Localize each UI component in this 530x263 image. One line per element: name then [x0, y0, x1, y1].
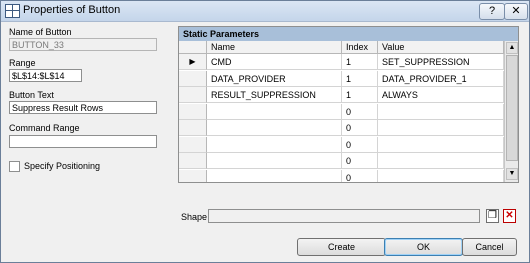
window-title: Properties of Button: [23, 4, 121, 16]
row-selector[interactable]: [179, 169, 207, 182]
name-of-button-field: BUTTON_33: [9, 38, 157, 51]
cell-name[interactable]: [207, 169, 342, 182]
cell-name[interactable]: [207, 153, 342, 169]
title-bar: Properties of Button ? ✕: [1, 1, 529, 22]
row-selector[interactable]: [179, 136, 207, 153]
cell-index[interactable]: 0: [342, 103, 378, 120]
command-range-label: Command Range: [9, 123, 80, 133]
row-selector-header: [179, 41, 207, 54]
column-header-index[interactable]: Index: [342, 41, 378, 54]
cell-index[interactable]: 1: [342, 54, 378, 70]
cell-name[interactable]: [207, 120, 342, 136]
shape-field: [208, 209, 480, 223]
row-selector[interactable]: [179, 103, 207, 120]
shape-label: Shape: [181, 212, 208, 222]
range-label: Range: [9, 58, 36, 68]
properties-dialog: Properties of Button ? ✕ Name of Button …: [0, 0, 530, 263]
cancel-button[interactable]: Cancel: [462, 238, 517, 256]
row-selector[interactable]: [179, 87, 207, 103]
specify-positioning-label: Specify Positioning: [24, 161, 101, 172]
cell-value[interactable]: [378, 153, 504, 169]
row-selector[interactable]: [179, 70, 207, 87]
help-button[interactable]: ?: [479, 3, 505, 20]
row-selector[interactable]: ▶: [179, 54, 207, 70]
cell-value[interactable]: [378, 120, 504, 136]
delete-shape-icon[interactable]: ✕: [503, 209, 516, 223]
specify-positioning-checkbox[interactable]: Specify Positioning: [9, 160, 100, 172]
cell-index[interactable]: 0: [342, 136, 378, 153]
scroll-up-icon[interactable]: ▲: [506, 42, 518, 54]
ok-button[interactable]: OK: [384, 238, 463, 256]
scroll-thumb[interactable]: [506, 55, 518, 161]
table-icon: [5, 4, 20, 18]
cell-value[interactable]: [378, 136, 504, 153]
vertical-scrollbar[interactable]: ▲ ▼: [504, 41, 518, 182]
column-header-value[interactable]: Value: [378, 41, 504, 54]
close-button[interactable]: ✕: [504, 3, 528, 20]
cell-value[interactable]: [378, 169, 504, 182]
cell-index[interactable]: 0: [342, 120, 378, 136]
cell-value[interactable]: [378, 103, 504, 120]
cell-name[interactable]: RESULT_SUPPRESSION: [207, 87, 342, 103]
cell-name[interactable]: CMD: [207, 54, 342, 70]
checkbox-box[interactable]: [9, 160, 20, 172]
cell-name[interactable]: DATA_PROVIDER: [207, 70, 342, 87]
cell-value[interactable]: SET_SUPPRESSION: [378, 54, 504, 70]
name-of-button-label: Name of Button: [9, 27, 72, 37]
button-text-field[interactable]: Suppress Result Rows: [9, 101, 157, 114]
row-selector[interactable]: [179, 153, 207, 169]
cell-index[interactable]: 1: [342, 70, 378, 87]
cell-index[interactable]: 1: [342, 87, 378, 103]
cell-name[interactable]: [207, 136, 342, 153]
cell-value[interactable]: DATA_PROVIDER_1: [378, 70, 504, 87]
cell-name[interactable]: [207, 103, 342, 120]
button-text-label: Button Text: [9, 90, 54, 100]
copy-shape-icon[interactable]: ❐: [486, 209, 499, 223]
static-parameters-grid[interactable]: Static Parameters Name Index Value ▶ CMD 1…: [178, 26, 519, 183]
command-range-field[interactable]: [9, 135, 157, 148]
scroll-down-icon[interactable]: ▼: [506, 168, 518, 180]
row-selector[interactable]: [179, 120, 207, 136]
cell-index[interactable]: 0: [342, 153, 378, 169]
column-header-name[interactable]: Name: [207, 41, 342, 54]
cell-value[interactable]: ALWAYS: [378, 87, 504, 103]
cell-index[interactable]: 0: [342, 169, 378, 182]
create-button[interactable]: Create: [297, 238, 386, 256]
grid-title: Static Parameters: [179, 27, 518, 41]
range-field[interactable]: $L$14:$L$14: [9, 69, 82, 82]
